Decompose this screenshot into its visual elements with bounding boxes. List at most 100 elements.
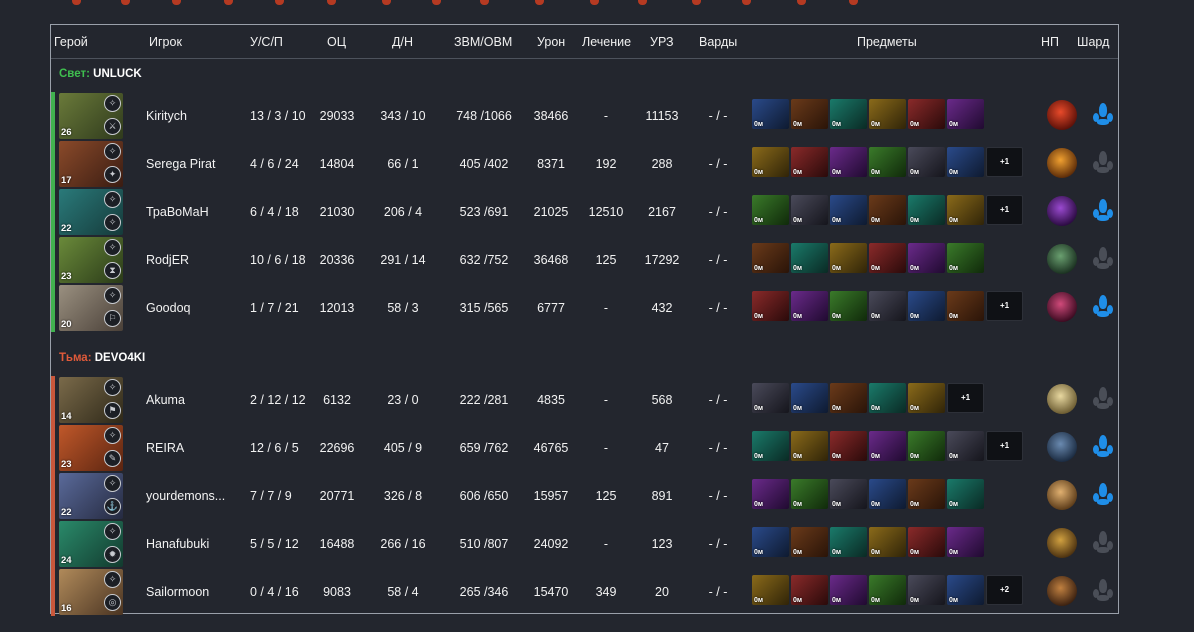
player-name-link[interactable]: yourdemons... <box>146 489 225 503</box>
item-icon[interactable]: 0м <box>908 195 945 225</box>
extra-items-badge[interactable]: +1 <box>986 195 1023 225</box>
neutral-item-icon[interactable] <box>1047 292 1077 322</box>
neutral-item-icon[interactable] <box>1047 528 1077 558</box>
player-row[interactable]: 20 ✧ ⚐ Goodoq 1 / 7 / 21 12013 58 / 3 315 /565 6… <box>51 284 1118 332</box>
item-icon[interactable]: 0м <box>830 99 867 129</box>
item-icon[interactable]: 0м <box>869 99 906 129</box>
item-icon[interactable]: 0м <box>791 147 828 177</box>
item-icon[interactable]: 0м <box>908 431 945 461</box>
player-name-link[interactable]: Akuma <box>146 393 185 407</box>
item-icon[interactable]: 0м <box>752 527 789 557</box>
item-icon[interactable]: 0м <box>830 527 867 557</box>
aghanims-shard-icon[interactable] <box>1091 579 1115 605</box>
item-icon[interactable]: 0м <box>830 291 867 321</box>
player-row[interactable]: 26 ✧ ⚔ Kiritych 13 / 3 / 10 29033 343 / 10 748 … <box>51 92 1118 140</box>
neutral-item-icon[interactable] <box>1047 100 1077 130</box>
neutral-item-icon[interactable] <box>1047 384 1077 414</box>
item-icon[interactable]: 0м <box>752 147 789 177</box>
item-icon[interactable]: 0м <box>908 291 945 321</box>
item-icon[interactable]: 0м <box>791 383 828 413</box>
col-damage[interactable]: Урон <box>537 35 565 49</box>
item-icon[interactable]: 0м <box>869 527 906 557</box>
player-row[interactable]: 23 ✧ ⧗ RodjER 10 / 6 / 18 20336 291 / 14 632 /7… <box>51 236 1118 284</box>
extra-items-badge[interactable]: +1 <box>947 383 984 413</box>
col-gpm-xpm[interactable]: ЗВМ/ОВМ <box>454 35 512 49</box>
aghanims-shard-icon[interactable] <box>1091 199 1115 225</box>
player-name-link[interactable]: Kiritych <box>146 109 187 123</box>
item-icon[interactable]: 0м <box>830 195 867 225</box>
item-icon[interactable]: 0м <box>752 431 789 461</box>
player-row[interactable]: 24 ✧ ✹ Hanafubuki 5 / 5 / 12 16488 266 / 16 510… <box>51 520 1118 568</box>
item-icon[interactable]: 0м <box>869 243 906 273</box>
item-icon[interactable]: 0м <box>947 99 984 129</box>
item-icon[interactable]: 0м <box>791 243 828 273</box>
player-row[interactable]: 14 ✧ ⚑ Akuma 2 / 12 / 12 6132 23 / 0 222 /281 48… <box>51 376 1118 424</box>
player-name-link[interactable]: RodjER <box>146 253 189 267</box>
item-icon[interactable]: 0м <box>908 479 945 509</box>
player-name-link[interactable]: Hanafubuki <box>146 537 209 551</box>
col-wards[interactable]: Варды <box>699 35 737 49</box>
extra-items-badge[interactable]: +1 <box>986 431 1023 461</box>
item-icon[interactable]: 0м <box>830 575 867 605</box>
aghanims-shard-icon[interactable] <box>1091 247 1115 273</box>
neutral-item-icon[interactable] <box>1047 244 1077 274</box>
item-icon[interactable]: 0м <box>830 243 867 273</box>
item-icon[interactable]: 0м <box>752 99 789 129</box>
player-row[interactable]: 16 ✧ ◎ Sailormoon 0 / 4 / 16 9083 58 / 4 265 /3… <box>51 568 1118 616</box>
col-healing[interactable]: Лечение <box>582 35 631 49</box>
item-icon[interactable]: 0м <box>791 195 828 225</box>
col-tower-damage[interactable]: УРЗ <box>650 35 674 49</box>
neutral-item-icon[interactable] <box>1047 196 1077 226</box>
aghanims-shard-icon[interactable] <box>1091 295 1115 321</box>
extra-items-badge[interactable]: +1 <box>986 147 1023 177</box>
item-icon[interactable]: 0м <box>947 147 984 177</box>
radiant-team-name[interactable]: UNLUCK <box>93 68 142 80</box>
aghanims-shard-icon[interactable] <box>1091 103 1115 129</box>
player-row[interactable]: 22 ✧ ✧ ТраВоМаН 6 / 4 / 18 21030 206 / 4 523 /6… <box>51 188 1118 236</box>
extra-items-badge[interactable]: +1 <box>986 291 1023 321</box>
hero-portrait[interactable]: 26 ✧ ⚔ <box>59 93 123 139</box>
col-lh-dn[interactable]: Д/Н <box>392 35 413 49</box>
hero-portrait[interactable]: 17 ✧ ✦ <box>59 141 123 187</box>
neutral-item-icon[interactable] <box>1047 432 1077 462</box>
item-icon[interactable]: 0м <box>752 575 789 605</box>
item-icon[interactable]: 0м <box>908 527 945 557</box>
player-name-link[interactable]: Sailormoon <box>146 585 209 599</box>
item-icon[interactable]: 0м <box>947 243 984 273</box>
item-icon[interactable]: 0м <box>908 383 945 413</box>
item-icon[interactable]: 0м <box>830 383 867 413</box>
hero-portrait[interactable]: 22 ✧ ✧ <box>59 189 123 235</box>
item-icon[interactable]: 0м <box>752 291 789 321</box>
item-icon[interactable]: 0м <box>752 195 789 225</box>
item-icon[interactable]: 0м <box>791 431 828 461</box>
item-icon[interactable]: 0м <box>791 575 828 605</box>
player-row[interactable]: 22 ✧ ⚓ yourdemons... 7 / 7 / 9 20771 326 / 8 60… <box>51 472 1118 520</box>
col-player[interactable]: Игрок <box>149 35 182 49</box>
item-icon[interactable]: 0м <box>869 291 906 321</box>
hero-portrait[interactable]: 24 ✧ ✹ <box>59 521 123 567</box>
item-icon[interactable]: 0м <box>830 431 867 461</box>
item-icon[interactable]: 0м <box>752 383 789 413</box>
item-icon[interactable]: 0м <box>908 575 945 605</box>
item-icon[interactable]: 0м <box>791 527 828 557</box>
item-icon[interactable]: 0м <box>752 479 789 509</box>
item-icon[interactable]: 0м <box>830 147 867 177</box>
player-name-link[interactable]: ТраВоМаН <box>146 205 209 219</box>
item-icon[interactable]: 0м <box>830 479 867 509</box>
item-icon[interactable]: 0м <box>869 383 906 413</box>
dire-team-name[interactable]: DEVO4KI <box>95 352 146 364</box>
col-hero[interactable]: Герой <box>54 35 88 49</box>
extra-items-badge[interactable]: +2 <box>986 575 1023 605</box>
col-networth[interactable]: ОЦ <box>327 35 346 49</box>
item-icon[interactable]: 0м <box>869 195 906 225</box>
item-icon[interactable]: 0м <box>869 431 906 461</box>
item-icon[interactable]: 0м <box>947 575 984 605</box>
aghanims-shard-icon[interactable] <box>1091 531 1115 557</box>
player-name-link[interactable]: Goodoq <box>146 301 190 315</box>
player-row[interactable]: 17 ✧ ✦ Serega Pirat 4 / 6 / 24 14804 66 / 1 405… <box>51 140 1118 188</box>
item-icon[interactable]: 0м <box>908 243 945 273</box>
hero-portrait[interactable]: 14 ✧ ⚑ <box>59 377 123 423</box>
col-kda[interactable]: У/С/П <box>250 35 283 49</box>
hero-portrait[interactable]: 16 ✧ ◎ <box>59 569 123 615</box>
aghanims-shard-icon[interactable] <box>1091 435 1115 461</box>
